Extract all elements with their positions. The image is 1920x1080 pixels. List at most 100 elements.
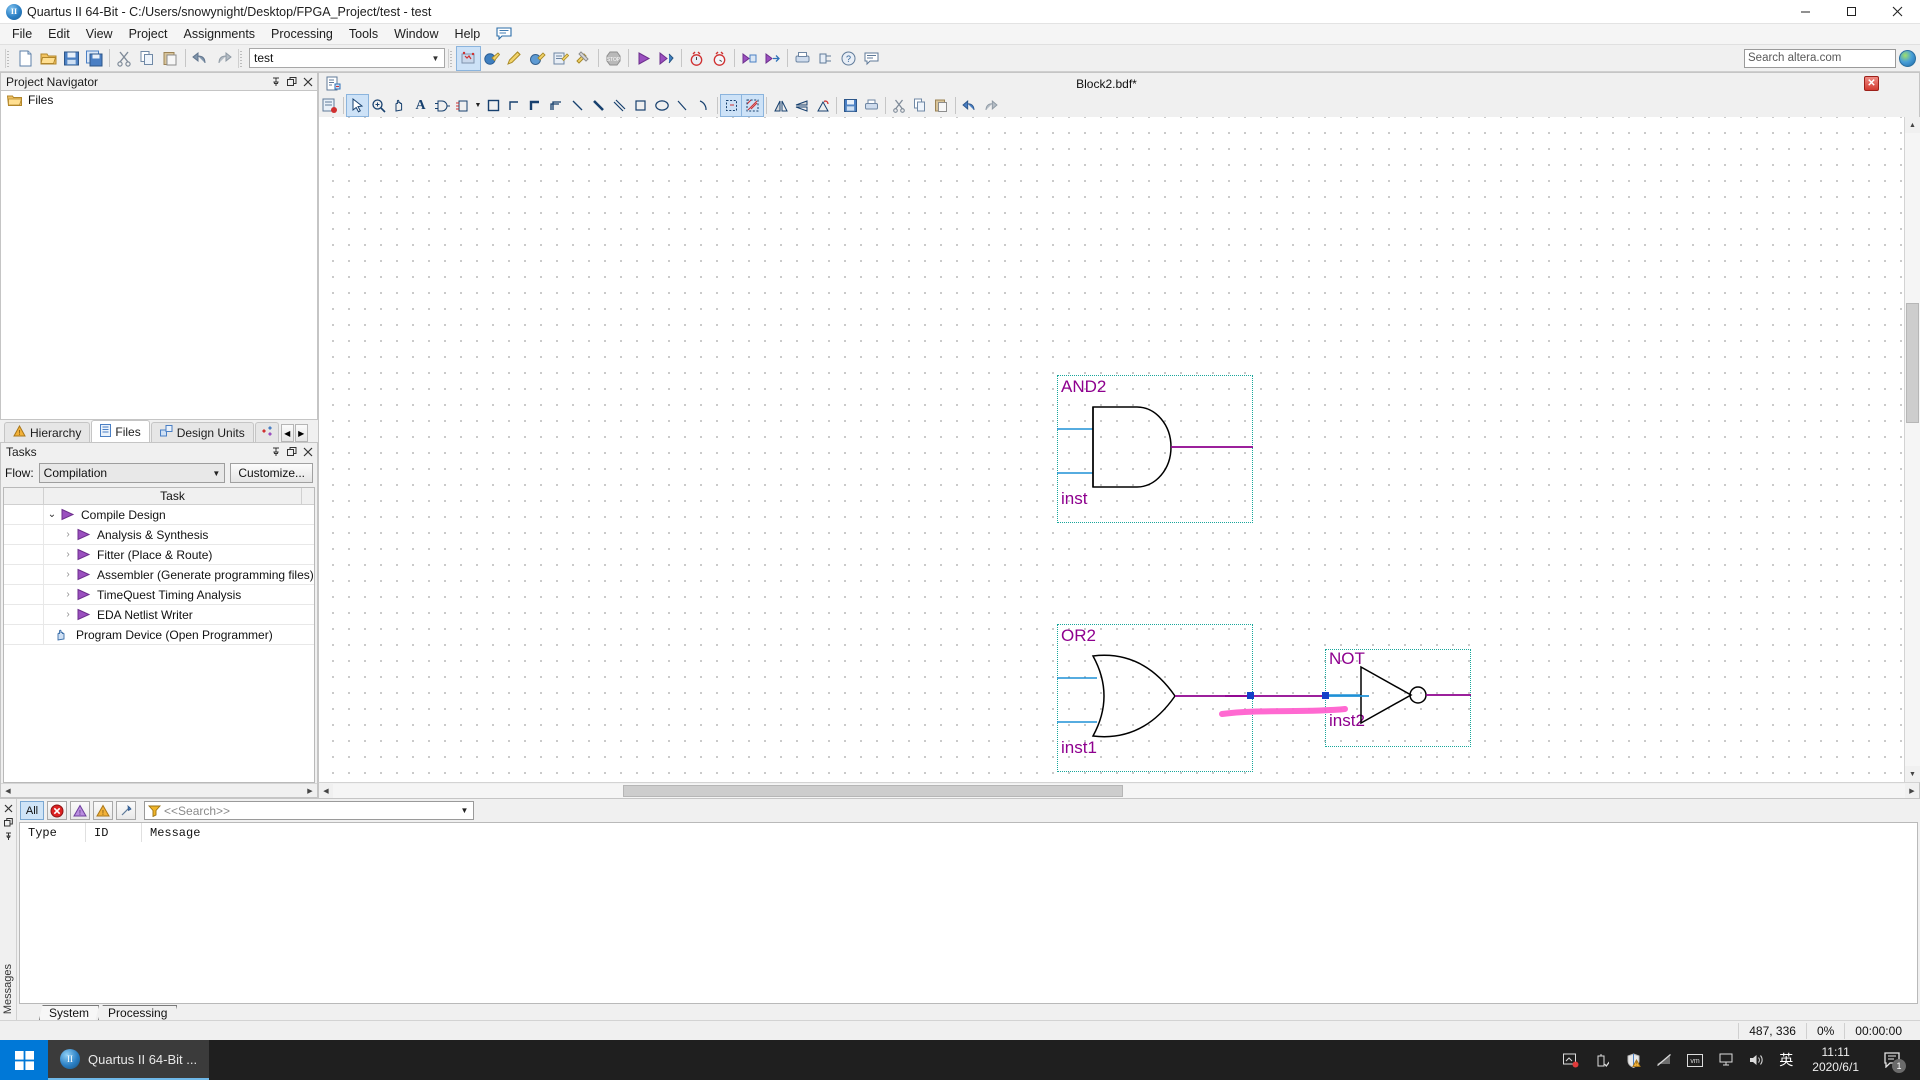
schematic-canvas[interactable]: AND2 inst OR2 inst1 NOT inst2 bbox=[319, 117, 1904, 782]
scissors-icon[interactable] bbox=[889, 95, 910, 116]
tabs-next-button[interactable]: ▶ bbox=[294, 424, 308, 442]
taskbar-clock[interactable]: 11:11 2020/6/1 bbox=[1806, 1045, 1865, 1075]
rectangle-icon[interactable] bbox=[483, 95, 504, 116]
scroll-up-button[interactable]: ▲ bbox=[1905, 117, 1920, 133]
scroll-track[interactable] bbox=[1905, 133, 1920, 766]
copy-icon[interactable] bbox=[910, 95, 931, 116]
tasks-horizontal-scrollbar[interactable]: ◀ ▶ bbox=[1, 783, 317, 797]
screen-capture-icon[interactable] bbox=[1562, 1051, 1580, 1069]
chevron-down-icon[interactable]: ▼ bbox=[456, 806, 473, 815]
stop-sign-icon[interactable]: STOP bbox=[602, 47, 625, 70]
selection-handle[interactable] bbox=[1247, 692, 1254, 699]
project-navigator-tree[interactable]: Files bbox=[0, 90, 318, 420]
new-block-icon[interactable] bbox=[319, 95, 340, 116]
paste-icon[interactable] bbox=[159, 47, 182, 70]
float-window-icon[interactable] bbox=[285, 75, 299, 89]
info-filter[interactable] bbox=[116, 801, 136, 820]
help-question-icon[interactable]: ? bbox=[837, 47, 860, 70]
pin-icon[interactable] bbox=[269, 445, 283, 459]
menu-edit[interactable]: Edit bbox=[40, 25, 78, 44]
line-icon[interactable] bbox=[672, 95, 693, 116]
volume-icon[interactable] bbox=[1748, 1051, 1766, 1069]
scroll-track[interactable] bbox=[333, 783, 1905, 798]
messages-column-type[interactable]: Type bbox=[20, 823, 86, 842]
menu-tools[interactable]: Tools bbox=[341, 25, 386, 44]
printer-icon[interactable] bbox=[791, 47, 814, 70]
compile-star-icon[interactable] bbox=[456, 45, 481, 71]
play-arrow-chip-icon[interactable] bbox=[761, 47, 784, 70]
scissors-icon[interactable] bbox=[113, 47, 136, 70]
undo-arrow-icon[interactable] bbox=[959, 95, 980, 116]
float-window-icon[interactable] bbox=[1, 815, 15, 829]
menu-window[interactable]: Window bbox=[386, 25, 446, 44]
expand-chevron-icon[interactable]: › bbox=[60, 569, 76, 580]
play-triangle-icon[interactable] bbox=[632, 47, 655, 70]
tab-design-units[interactable]: Design Units bbox=[150, 422, 254, 442]
gate-not[interactable]: NOT inst2 bbox=[1325, 649, 1471, 747]
close-icon[interactable] bbox=[301, 75, 315, 89]
timer-red-icon[interactable] bbox=[685, 47, 708, 70]
orthogonal-conduit-icon[interactable] bbox=[546, 95, 567, 116]
diagonal-conduit-icon[interactable] bbox=[609, 95, 630, 116]
settings-doc-icon[interactable] bbox=[549, 47, 572, 70]
pin-icon[interactable] bbox=[269, 75, 283, 89]
save-disk-icon[interactable] bbox=[60, 47, 83, 70]
play-chip-icon[interactable] bbox=[738, 47, 761, 70]
usb-safely-remove-icon[interactable] bbox=[1593, 1051, 1611, 1069]
scroll-down-button[interactable]: ▼ bbox=[1905, 766, 1920, 782]
action-center-icon[interactable]: 1 bbox=[1878, 1040, 1908, 1080]
paste-icon[interactable] bbox=[931, 95, 952, 116]
float-window-icon[interactable] bbox=[285, 445, 299, 459]
table-row[interactable]: › Analysis & Synthesis bbox=[4, 525, 314, 545]
close-icon[interactable] bbox=[1, 801, 15, 815]
rtl-viewer-icon[interactable] bbox=[814, 47, 837, 70]
selection-handle[interactable] bbox=[1322, 692, 1329, 699]
expand-chevron-icon[interactable]: ⌄ bbox=[44, 509, 60, 520]
document-tab-title[interactable]: Block2.bdf* bbox=[349, 77, 1864, 91]
rubberband-icon[interactable] bbox=[720, 94, 743, 117]
security-shield-warning-icon[interactable]: ! bbox=[1624, 1051, 1642, 1069]
chevron-down-icon[interactable]: ▼ bbox=[473, 95, 483, 116]
menu-project[interactable]: Project bbox=[121, 25, 176, 44]
chevron-down-icon[interactable]: ▼ bbox=[208, 469, 224, 478]
arrow-pointer-icon[interactable] bbox=[346, 94, 369, 117]
table-row[interactable]: Program Device (Open Programmer) bbox=[4, 625, 314, 645]
save-all-icon[interactable] bbox=[83, 47, 106, 70]
gate-or2[interactable]: OR2 inst1 bbox=[1057, 624, 1253, 772]
undo-arrow-icon[interactable] bbox=[189, 47, 212, 70]
scroll-thumb[interactable] bbox=[1906, 303, 1919, 423]
open-folder-icon[interactable] bbox=[37, 47, 60, 70]
tab-processing[interactable]: Processing bbox=[98, 1005, 178, 1020]
warning-filter[interactable]: ! bbox=[93, 801, 113, 820]
expand-chevron-icon[interactable]: › bbox=[60, 549, 76, 560]
tab-system[interactable]: System bbox=[39, 1005, 100, 1020]
scroll-thumb[interactable] bbox=[623, 784, 1123, 797]
copy-icon[interactable] bbox=[136, 47, 159, 70]
all-messages-filter[interactable]: All bbox=[20, 801, 44, 820]
rotate-left-icon[interactable] bbox=[812, 95, 833, 116]
square-icon[interactable] bbox=[630, 95, 651, 116]
new-document-icon[interactable] bbox=[14, 47, 37, 70]
search-input[interactable]: Search altera.com bbox=[1744, 48, 1896, 68]
table-row[interactable]: › TimeQuest Timing Analysis bbox=[4, 585, 314, 605]
diagonal-line-icon[interactable] bbox=[567, 95, 588, 116]
chevron-down-icon[interactable]: ▼ bbox=[427, 49, 444, 67]
redo-arrow-icon[interactable] bbox=[212, 47, 235, 70]
notes-balloon-icon[interactable] bbox=[860, 47, 883, 70]
expand-chevron-icon[interactable]: › bbox=[60, 529, 76, 540]
expand-chevron-icon[interactable]: › bbox=[60, 609, 76, 620]
project-combobox[interactable]: test ▼ bbox=[249, 48, 445, 68]
toolbar-grip[interactable] bbox=[448, 48, 454, 68]
table-row[interactable]: › EDA Netlist Writer bbox=[4, 605, 314, 625]
taskbar-item-quartus[interactable]: Quartus II 64-Bit ... bbox=[48, 1040, 210, 1080]
vmware-icon[interactable]: vm bbox=[1686, 1051, 1704, 1069]
menu-assignments[interactable]: Assignments bbox=[175, 25, 263, 44]
orthogonal-bus-icon[interactable] bbox=[525, 95, 546, 116]
scroll-right-button[interactable]: ▶ bbox=[1905, 784, 1919, 797]
critical-warning-filter[interactable]: ! bbox=[70, 801, 90, 820]
assignment-editor-icon[interactable] bbox=[526, 47, 549, 70]
menu-view[interactable]: View bbox=[78, 25, 121, 44]
orthogonal-line-icon[interactable] bbox=[504, 95, 525, 116]
printer-icon[interactable] bbox=[861, 95, 882, 116]
redo-arrow-icon[interactable] bbox=[980, 95, 1001, 116]
